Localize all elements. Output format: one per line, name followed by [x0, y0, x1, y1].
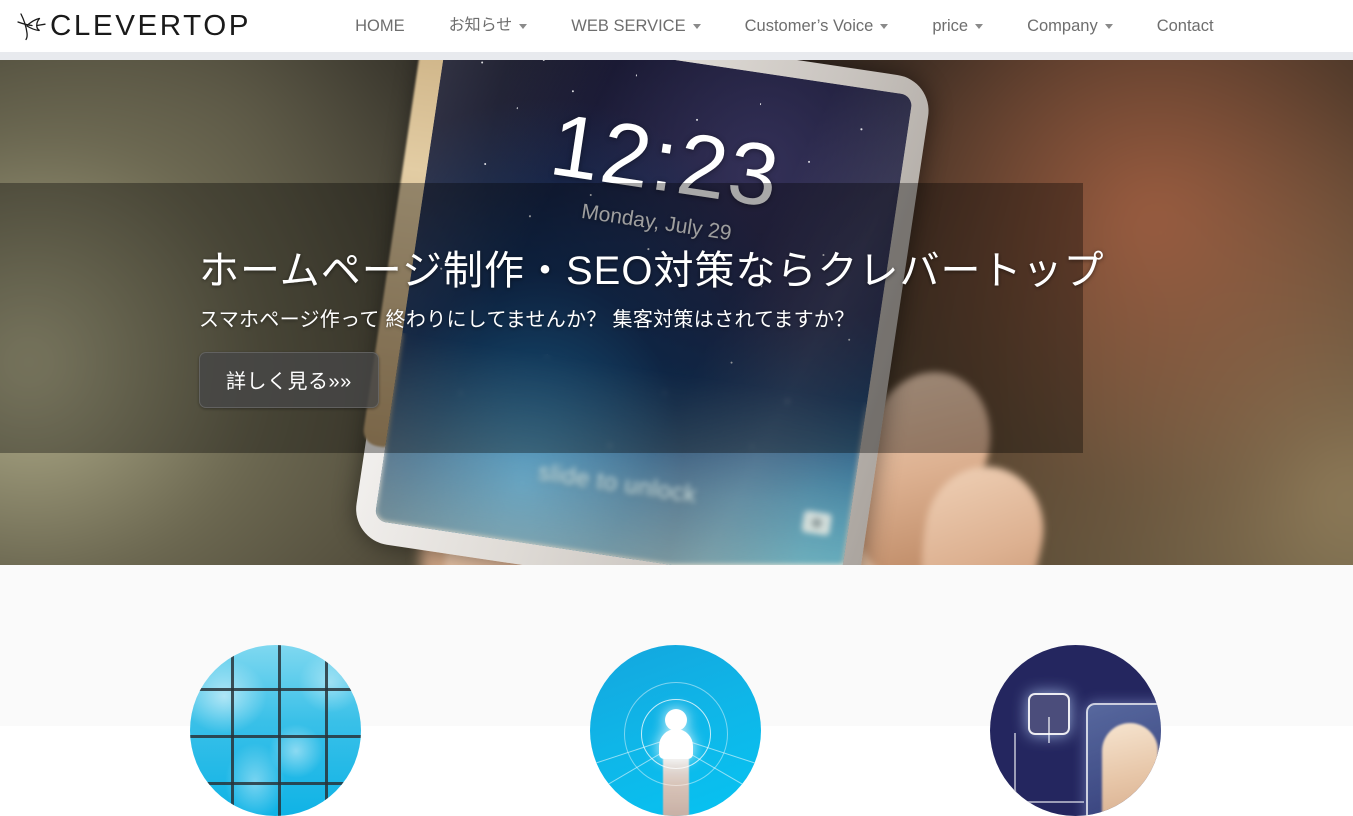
person-head — [664, 708, 687, 731]
nav-label: HOME — [355, 16, 405, 35]
chevron-down-icon — [1104, 23, 1113, 29]
chevron-down-icon — [880, 23, 889, 29]
hero-banner: AT&T 12:23 Monday, July 29 slide to unlo… — [0, 60, 1353, 565]
brand-wordmark: CLEVERTOP — [50, 9, 252, 42]
nav-item-web-service[interactable]: WEB SERVICE — [549, 18, 722, 35]
feature-circle-1[interactable] — [190, 645, 361, 816]
nav-label: Customer’s Voice — [744, 16, 874, 35]
nav-label: Contact — [1156, 16, 1214, 35]
person-body — [658, 728, 693, 759]
hero-subtitle: スマホページ作って 終わりにしてませんか？ 集客対策はされてますか？ — [199, 309, 855, 332]
feature-circle-3[interactable] — [990, 645, 1161, 816]
finger-shape — [1102, 723, 1158, 816]
swoosh-logo-icon — [17, 13, 46, 41]
nav-label: price — [932, 16, 969, 35]
chevron-down-icon — [975, 23, 984, 29]
nav-item-news[interactable]: お知らせ — [427, 18, 550, 34]
features-section — [0, 565, 1353, 816]
nav-label: WEB SERVICE — [571, 16, 686, 35]
nav-item-customers-voice[interactable]: Customer’s Voice — [723, 18, 911, 35]
primary-navigation: HOME お知らせ WEB SERVICE Customer’s Voice p… — [333, 0, 1235, 52]
feature-circle-2[interactable] — [590, 645, 761, 816]
nav-item-company[interactable]: Company — [1005, 18, 1135, 35]
grid-lines — [190, 645, 361, 816]
hero-copy-block: ホームページ制作・SEO対策ならクレバートップ スマホページ作って 終わりにして… — [199, 248, 1105, 409]
chevron-down-icon — [519, 23, 528, 29]
header-divider — [0, 52, 1353, 60]
person-icon — [658, 708, 693, 759]
glow-square-icon — [1028, 693, 1070, 735]
brand-logo[interactable]: CLEVERTOP — [14, 0, 249, 52]
nav-item-home[interactable]: HOME — [333, 18, 427, 35]
nav-label: お知らせ — [448, 17, 513, 34]
hero-cta-button[interactable]: 詳しく見る»» — [199, 352, 379, 409]
chevron-down-icon — [692, 23, 701, 29]
hero-title: ホームページ制作・SEO対策ならクレバートップ — [199, 249, 1105, 293]
nav-item-contact[interactable]: Contact — [1135, 18, 1236, 35]
nav-item-price[interactable]: price — [910, 18, 1005, 35]
circuit-wire — [1014, 733, 1084, 803]
site-header: CLEVERTOP HOME お知らせ WEB SERVICE Customer… — [0, 0, 1353, 52]
nav-label: Company — [1027, 16, 1098, 35]
